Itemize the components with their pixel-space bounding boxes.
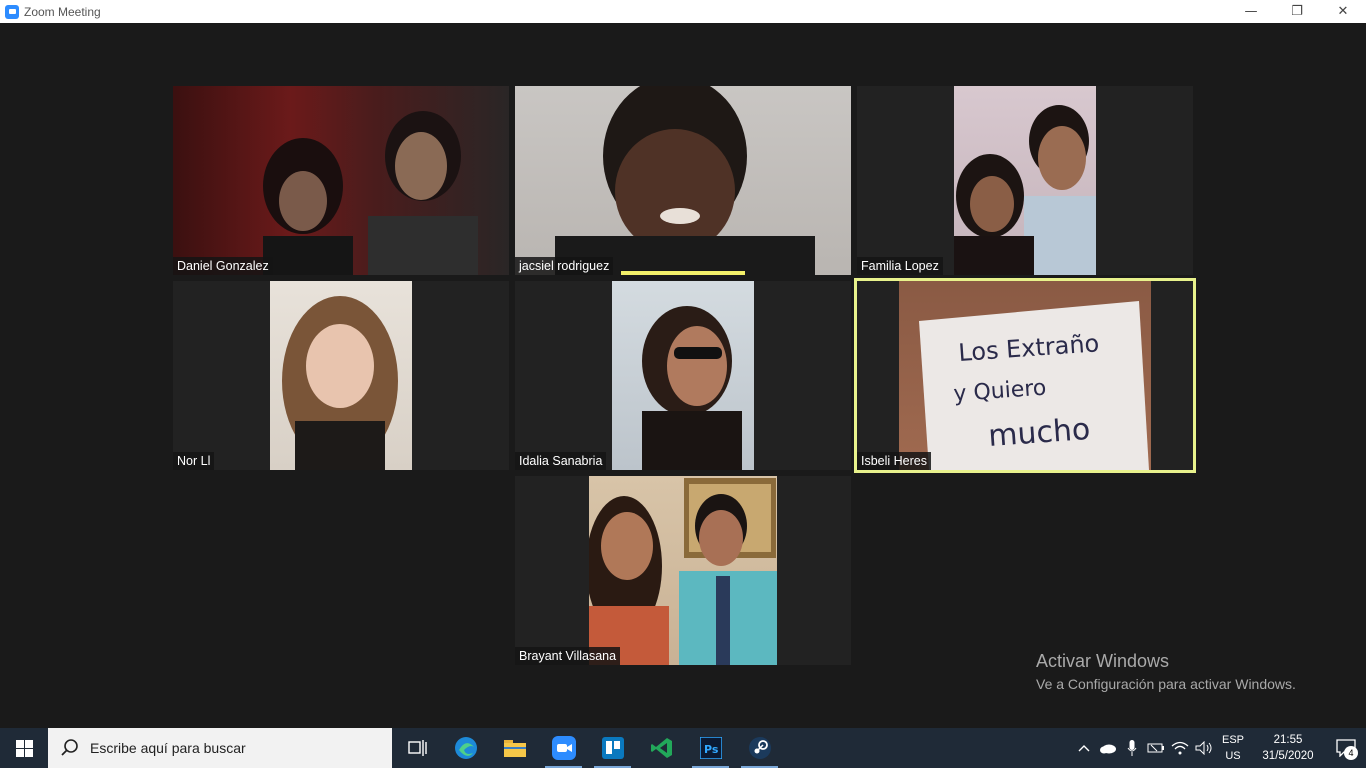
notification-badge: 4 [1344, 746, 1358, 760]
watermark-subtitle: Ve a Configuración para activar Windows. [1036, 676, 1296, 692]
participant-name: Familia Lopez [857, 257, 943, 275]
video-feed [954, 86, 1096, 275]
close-button[interactable]: ✕ [1320, 0, 1366, 23]
battery-button[interactable] [1144, 728, 1168, 768]
participant-name: Isbeli Heres [857, 452, 931, 470]
video-feed [515, 86, 851, 275]
participant-name: Idalia Sanabria [515, 452, 607, 470]
volume-button[interactable] [1192, 728, 1216, 768]
battery-icon [1147, 743, 1164, 753]
video-feed [612, 281, 754, 470]
show-hidden-icons-button[interactable] [1072, 728, 1096, 768]
steam-app[interactable] [735, 728, 784, 768]
taskbar: Escribe aquí para buscar Ps ESP US 21:55… [0, 728, 1366, 768]
video-feed [270, 281, 412, 470]
participant-silhouette-icon [555, 86, 815, 275]
microphone-icon [1127, 740, 1137, 756]
watermark-title: Activar Windows [1036, 651, 1170, 671]
network-button[interactable] [1168, 728, 1192, 768]
clock-date: 31/5/2020 [1262, 750, 1314, 762]
system-tray: ESP US 21:55 31/5/2020 4 [1072, 728, 1366, 768]
clock-time: 21:55 [1273, 734, 1303, 746]
clock[interactable]: 21:55 31/5/2020 [1250, 732, 1326, 764]
participant-tile-active[interactable]: Los Extraño y Quiero mucho Isbeli Heres [854, 278, 1196, 473]
participant-tile[interactable]: Brayant Villasana [515, 476, 851, 665]
participant-tile[interactable]: Idalia Sanabria [515, 281, 851, 470]
folder-icon [503, 740, 526, 757]
title-bar: Zoom Meeting — ❐ ✕ [0, 0, 1366, 23]
taskbar-search[interactable]: Escribe aquí para buscar [48, 728, 392, 768]
search-placeholder: Escribe aquí para buscar [90, 740, 246, 756]
window-title: Zoom Meeting [24, 4, 101, 19]
start-button[interactable] [0, 728, 48, 768]
task-view-button[interactable] [392, 728, 441, 768]
sign-line-3: mucho [987, 412, 1091, 454]
participant-tile[interactable]: Nor Ll [173, 281, 509, 470]
activation-watermark: Activar Windows Ve a Configuración para … [1036, 651, 1296, 692]
speaker-icon [1195, 741, 1212, 755]
participant-tile[interactable]: jacsiel rodriguez [515, 86, 851, 275]
participant-name: jacsiel rodriguez [515, 257, 614, 275]
restore-button[interactable]: ❐ [1274, 0, 1320, 23]
participant-silhouette-icon [642, 306, 742, 470]
onedrive-button[interactable] [1096, 728, 1120, 768]
participant-name: Brayant Villasana [515, 647, 621, 665]
participant-name: Daniel Gonzalez [173, 257, 273, 275]
participant-silhouette-icon [263, 111, 478, 275]
participant-silhouette-icon [954, 105, 1096, 275]
task-view-icon [407, 740, 427, 756]
keyboard-layout: US [1225, 750, 1241, 762]
minimize-button[interactable]: — [1228, 0, 1274, 23]
photoshop-icon: Ps [699, 737, 722, 759]
participant-silhouette-icon [586, 478, 777, 665]
video-feed: Los Extraño y Quiero mucho [899, 281, 1151, 470]
edge-icon [454, 737, 477, 759]
language-indicator[interactable]: ESP US [1216, 732, 1250, 764]
zoom-icon [551, 736, 576, 760]
file-explorer-app[interactable] [490, 728, 539, 768]
edge-app[interactable] [441, 728, 490, 768]
language-code: ESP [1221, 734, 1244, 746]
steam-icon [748, 737, 771, 759]
video-feed [586, 476, 777, 665]
microphone-button[interactable] [1120, 728, 1144, 768]
svg-text:Ps: Ps [704, 743, 719, 756]
window-controls: — ❐ ✕ [1228, 0, 1366, 23]
vscode-app[interactable] [637, 728, 686, 768]
action-center-button[interactable]: 4 [1326, 728, 1366, 768]
video-feed [173, 86, 509, 275]
participant-silhouette-icon [282, 296, 398, 470]
cloud-icon [1100, 744, 1116, 754]
zoom-app-icon [5, 4, 19, 19]
handwritten-sign: Los Extraño y Quiero mucho [919, 301, 1149, 470]
trello-icon [601, 737, 624, 759]
search-icon [61, 739, 78, 756]
meeting-gallery: Daniel Gonzalez jacsiel rodriguez Famili… [0, 23, 1366, 728]
participant-tile[interactable]: Daniel Gonzalez [173, 86, 509, 275]
participant-name: Nor Ll [173, 452, 215, 470]
participant-tile[interactable]: Familia Lopez [857, 86, 1193, 275]
windows-logo-icon [15, 739, 33, 757]
speaking-indicator [621, 271, 745, 275]
vscode-icon [650, 738, 672, 758]
photoshop-app[interactable]: Ps [686, 728, 735, 768]
zoom-app[interactable] [539, 728, 588, 768]
chevron-up-icon [1078, 745, 1090, 752]
trello-app[interactable] [588, 728, 637, 768]
wifi-icon [1171, 741, 1189, 755]
